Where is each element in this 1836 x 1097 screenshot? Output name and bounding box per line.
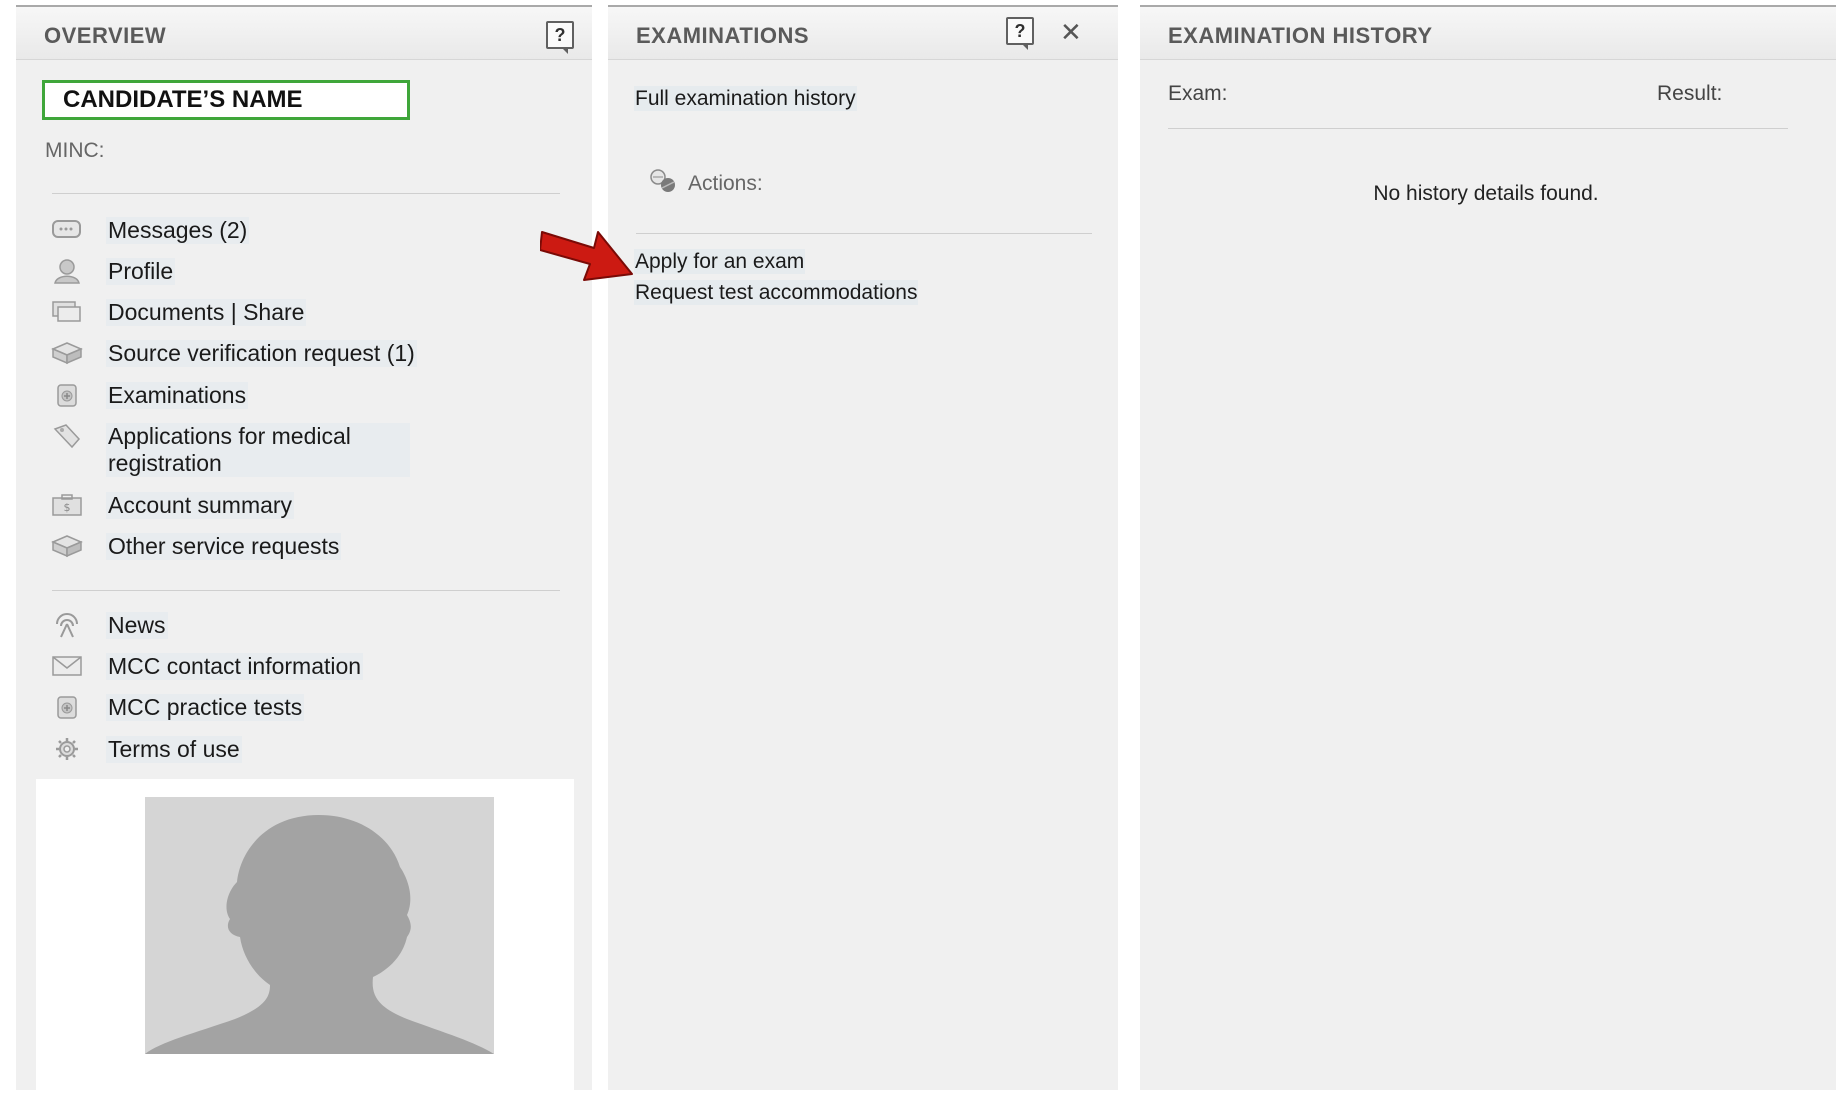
full-examination-history-link[interactable]: Full examination history [634, 86, 857, 111]
nav-item-terms-of-use[interactable]: Terms of use [50, 736, 242, 763]
actions-header: Actions: [648, 168, 763, 199]
nav-item-applications[interactable]: Applications for medical registration [50, 423, 410, 477]
profile-icon [50, 258, 84, 284]
documents-icon [50, 299, 84, 325]
divider [636, 233, 1092, 234]
overview-panel: OVERVIEW ? CANDIDATE’S NAME MINC: Messag… [16, 5, 592, 1097]
examination-history-title: EXAMINATION HISTORY [1168, 23, 1433, 48]
nav-label: News [106, 612, 168, 639]
applications-icon [50, 423, 84, 449]
nav-item-contact-info[interactable]: MCC contact information [50, 653, 364, 680]
divider [1168, 128, 1788, 129]
divider [52, 590, 560, 591]
examination-history-header: EXAMINATION HISTORY [1140, 7, 1836, 60]
candidate-name: CANDIDATE’S NAME [42, 80, 410, 120]
nav-label: Messages (2) [106, 217, 250, 244]
actions-label: Actions: [688, 171, 763, 195]
news-icon [50, 612, 84, 638]
nav-label: Profile [106, 258, 176, 285]
examinations-help-icon[interactable]: ? [1006, 17, 1034, 50]
actions-icon [648, 168, 678, 199]
overview-title: OVERVIEW [44, 23, 167, 48]
request-test-accommodations-link[interactable]: Request test accommodations [634, 280, 919, 305]
nav-item-source-verification[interactable]: Source verification request (1) [50, 340, 417, 367]
examination-history-panel: EXAMINATION HISTORY Exam: Result: No his… [1140, 5, 1836, 1090]
envelope-icon [50, 653, 84, 679]
nav-item-practice-tests[interactable]: MCC practice tests [50, 694, 305, 721]
minc-label: MINC: [45, 139, 105, 162]
nav-item-account-summary[interactable]: $ Account summary [50, 492, 295, 519]
apply-for-exam-link[interactable]: Apply for an exam [634, 249, 806, 274]
practice-tests-icon [50, 694, 84, 720]
nav-label: Examinations [106, 382, 249, 409]
divider [52, 193, 560, 194]
svg-text:$: $ [64, 501, 71, 514]
examinations-panel: EXAMINATIONS ? ✕ Full examination histor… [608, 5, 1118, 1090]
nav-label: Account summary [106, 492, 295, 519]
nav-label: Other service requests [106, 533, 342, 560]
nav-item-other-service-requests[interactable]: Other service requests [50, 533, 342, 560]
overview-help-icon[interactable]: ? [546, 21, 574, 54]
avatar [145, 797, 494, 1054]
nav-label: MCC practice tests [106, 694, 305, 721]
nav-item-profile[interactable]: Profile [50, 258, 176, 285]
exam-column-header: Exam: [1168, 82, 1228, 105]
service-requests-icon [50, 533, 84, 559]
profile-photo-container [36, 779, 574, 1097]
empty-history-message: No history details found. [1373, 182, 1599, 205]
nav-label: Source verification request (1) [106, 340, 417, 367]
account-icon: $ [50, 492, 84, 518]
messages-icon [50, 217, 84, 243]
nav-item-examinations[interactable]: Examinations [50, 382, 249, 409]
verification-icon [50, 340, 84, 366]
overview-header: OVERVIEW ? [16, 7, 592, 60]
examinations-title: EXAMINATIONS [636, 23, 810, 48]
red-arrow-icon [540, 231, 633, 281]
nav-label: Terms of use [106, 736, 242, 763]
close-icon[interactable]: ✕ [1060, 19, 1082, 45]
nav-label: Documents | Share [106, 299, 307, 326]
examinations-icon [50, 382, 84, 408]
nav-label: Applications for medical registration [106, 423, 410, 477]
nav-item-news[interactable]: News [50, 612, 168, 639]
gear-icon [50, 736, 84, 762]
nav-label: MCC contact information [106, 653, 364, 680]
examinations-header: EXAMINATIONS ? ✕ [608, 7, 1118, 60]
nav-item-messages[interactable]: Messages (2) [50, 217, 250, 244]
result-column-header: Result: [1657, 82, 1723, 105]
nav-item-documents[interactable]: Documents | Share [50, 299, 307, 326]
